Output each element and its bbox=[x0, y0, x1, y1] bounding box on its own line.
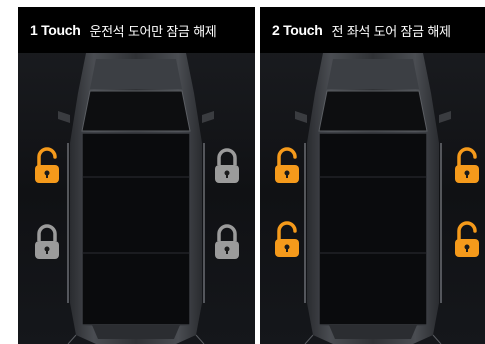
panel-header: 1 Touch 운전석 도어만 잠금 해제 bbox=[18, 7, 255, 53]
step-label: 1 Touch bbox=[30, 22, 81, 38]
car-top-view-image bbox=[295, 53, 451, 344]
step-label: 2 Touch bbox=[272, 22, 323, 38]
rear-left-lock-icon bbox=[273, 221, 301, 259]
rear-right-lock-icon bbox=[213, 223, 241, 261]
front-right-lock-icon bbox=[213, 147, 241, 185]
step-description: 운전석 도어만 잠금 해제 bbox=[89, 24, 217, 40]
panel-1-touch: 1 Touch 운전석 도어만 잠금 해제 bbox=[18, 7, 255, 344]
panel-header: 2 Touch 전 좌석 도어 잠금 해제 bbox=[260, 7, 485, 53]
front-left-lock-icon bbox=[273, 147, 301, 185]
front-left-lock-icon bbox=[33, 147, 61, 185]
front-right-lock-icon bbox=[453, 147, 481, 185]
panel-2-touch: 2 Touch 전 좌석 도어 잠금 해제 bbox=[260, 7, 485, 344]
step-description: 전 좌석 도어 잠금 해제 bbox=[331, 24, 451, 40]
rear-right-lock-icon bbox=[453, 221, 481, 259]
rear-left-lock-icon bbox=[33, 223, 61, 261]
car-top-view-image bbox=[58, 53, 214, 344]
